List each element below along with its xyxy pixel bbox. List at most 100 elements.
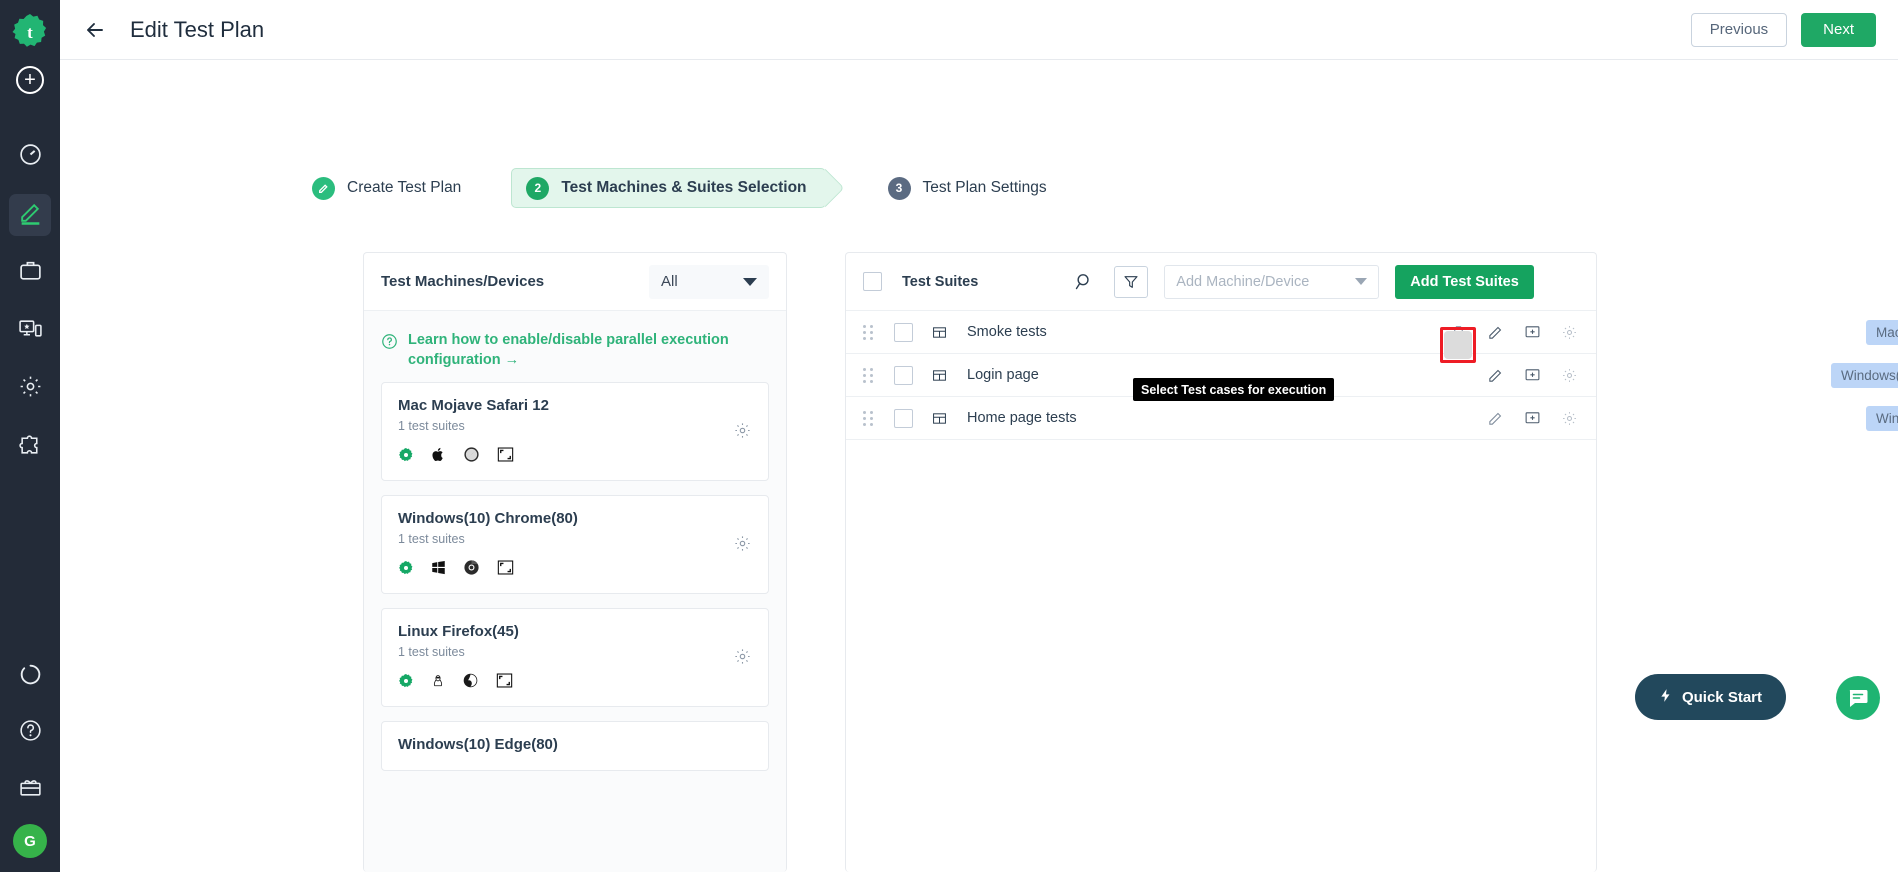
- test-machines-title: Test Machines/Devices: [381, 273, 545, 290]
- sidebar-item-dashboard[interactable]: [9, 136, 51, 178]
- gear-icon[interactable]: [1559, 365, 1579, 385]
- sidebar-item-activity[interactable]: [9, 656, 51, 698]
- gear-icon[interactable]: [733, 647, 752, 671]
- row-checkbox[interactable]: [894, 322, 913, 342]
- chat-bubble-icon[interactable]: [1836, 676, 1880, 720]
- table-row[interactable]: Smoke tests Mac Mojave Safa... ✕: [846, 311, 1898, 354]
- step-arrow-tip: [805, 168, 845, 208]
- test-machines-list: Learn how to enable/disable parallel exe…: [364, 311, 786, 872]
- gear-icon[interactable]: [1559, 408, 1579, 428]
- machine-suite-count: 1 test suites: [398, 532, 465, 547]
- machine-name: Mac Mojave Safari 12: [398, 397, 549, 415]
- briefcase-icon: [18, 258, 43, 288]
- step-2-badge: 2: [526, 176, 550, 200]
- sidebar-item-gifts[interactable]: [9, 768, 51, 810]
- firefox-icon: [462, 672, 479, 694]
- gear-icon[interactable]: [733, 421, 752, 445]
- test-suites-panel-header: Test Suites Add Machine/Device Add Test …: [846, 253, 1596, 311]
- row-checkbox[interactable]: [894, 408, 913, 428]
- page-title: Edit Test Plan: [130, 16, 265, 42]
- machine-icon-row: [398, 446, 752, 468]
- puzzle-piece-icon: [18, 432, 43, 462]
- row-checkbox[interactable]: [894, 365, 913, 385]
- add-test-suites-button[interactable]: Add Test Suites: [1395, 264, 1534, 299]
- machine-card[interactable]: Windows(10) Chrome(80) 1 test suites: [381, 495, 769, 595]
- avatar[interactable]: G: [13, 824, 47, 858]
- drag-handle-icon[interactable]: [863, 368, 874, 383]
- step-1-label: Create Test Plan: [347, 179, 462, 196]
- tooltip: Select Test cases for execution: [1133, 378, 1335, 401]
- gift-icon: [18, 774, 43, 804]
- top-header-bar: Edit Test Plan Previous Next: [60, 0, 1898, 60]
- machine-suite-count: 1 test suites: [398, 645, 465, 660]
- edit-action-highlight-box: [1440, 327, 1476, 363]
- sidebar-item-test-machines[interactable]: [9, 310, 51, 352]
- next-button[interactable]: Next: [1801, 12, 1876, 47]
- machine-card[interactable]: Linux Firefox(45) 1 test suites: [381, 608, 769, 708]
- testsigma-agent-icon: [398, 673, 414, 694]
- parallel-execution-hint[interactable]: Learn how to enable/disable parallel exe…: [381, 325, 769, 382]
- machine-name: Windows(10) Chrome(80): [398, 510, 578, 528]
- test-suite-icon: [932, 325, 947, 340]
- back-arrow-icon[interactable]: [82, 17, 108, 43]
- step-test-plan-settings[interactable]: 3 Test Plan Settings: [887, 165, 1047, 211]
- apple-icon: [431, 446, 446, 468]
- machine-name: Windows(10) Edge(80): [398, 736, 558, 754]
- machine-filter-select[interactable]: All: [649, 264, 769, 299]
- sidebar-item-projects[interactable]: [9, 252, 51, 294]
- gear-icon[interactable]: [1559, 322, 1579, 342]
- add-to-plan-icon[interactable]: [1522, 322, 1542, 342]
- pencil-edit-icon[interactable]: [1485, 408, 1505, 428]
- safari-icon: [463, 446, 480, 468]
- machine-chip: Windows(10) Chr... ✕: [1831, 362, 1898, 388]
- resolution-icon: [497, 447, 514, 467]
- add-new-button[interactable]: +: [16, 66, 44, 94]
- sidebar-item-help[interactable]: [9, 712, 51, 754]
- windows-icon: [431, 560, 446, 580]
- step-1-badge: [312, 176, 335, 200]
- quick-start-button[interactable]: Quick Start: [1634, 674, 1786, 720]
- test-machines-panel-header: Test Machines/Devices All: [364, 253, 786, 311]
- drag-handle-icon[interactable]: [863, 411, 874, 426]
- sidebar-item-settings[interactable]: [9, 368, 51, 410]
- testsigma-agent-icon: [398, 560, 414, 581]
- add-to-plan-icon[interactable]: [1522, 408, 1542, 428]
- question-circle-icon: [381, 333, 398, 355]
- machine-chip: Windows(10) Edg... ✕: [1866, 405, 1898, 431]
- sidebar-item-create[interactable]: [9, 194, 51, 236]
- machine-card[interactable]: Mac Mojave Safari 12 1 test suites: [381, 382, 769, 482]
- drag-handle-icon[interactable]: [863, 325, 874, 340]
- select-all-checkbox[interactable]: [863, 272, 882, 291]
- quick-start-label: Quick Start: [1681, 688, 1762, 706]
- step-2-label: Test Machines & Suites Selection: [561, 179, 807, 196]
- pencil-edit-icon[interactable]: [1485, 365, 1505, 385]
- machine-icon-row: [398, 672, 752, 694]
- table-row[interactable]: Home page tests Windows(10) Edg... ✕: [846, 397, 1898, 440]
- rail-item-list: [9, 136, 51, 468]
- add-to-plan-icon[interactable]: [1522, 365, 1542, 385]
- testsigma-gear-logo[interactable]: t: [8, 10, 52, 54]
- sidebar-item-addons[interactable]: [9, 426, 51, 468]
- test-suite-icon: [932, 368, 947, 383]
- machine-chip-label: Mac Mojave Safa...: [1876, 324, 1898, 340]
- step-create-test-plan[interactable]: Create Test Plan: [312, 165, 461, 211]
- machine-suite-count: 1 test suites: [398, 419, 465, 434]
- speedometer-icon: [18, 142, 43, 172]
- search-icon[interactable]: [1073, 271, 1094, 292]
- chrome-icon: [463, 559, 480, 581]
- resolution-icon: [496, 673, 513, 693]
- machine-name: Linux Firefox(45): [398, 623, 519, 641]
- funnel-filter-icon[interactable]: [1114, 265, 1149, 298]
- question-circle-icon: [18, 718, 43, 748]
- add-machine-device-select[interactable]: Add Machine/Device: [1164, 264, 1380, 299]
- pencil-edit-icon[interactable]: [1485, 322, 1505, 342]
- pencil-edit-icon: [18, 200, 43, 230]
- chevron-down-icon: [743, 277, 757, 286]
- previous-button[interactable]: Previous: [1690, 12, 1788, 47]
- rail-bottom-items: G: [0, 656, 60, 872]
- machine-filter-value: All: [661, 273, 678, 290]
- gear-icon[interactable]: [733, 534, 752, 558]
- gear-icon: [18, 374, 43, 404]
- step-test-machines-suites[interactable]: 2 Test Machines & Suites Selection: [511, 168, 845, 208]
- machine-card[interactable]: Windows(10) Edge(80): [381, 721, 769, 772]
